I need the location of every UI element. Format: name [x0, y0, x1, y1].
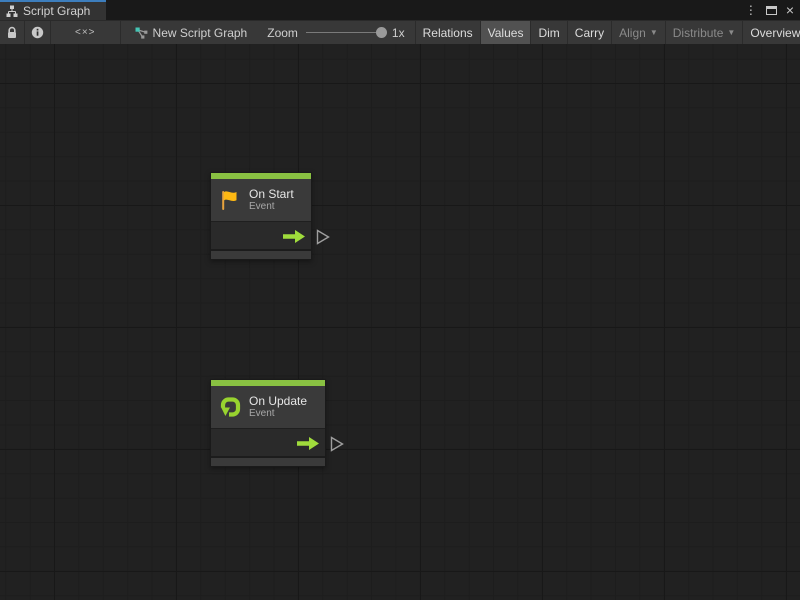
zoom-slider[interactable]	[306, 32, 384, 33]
node-footer	[211, 456, 325, 466]
zoom-value: 1x	[392, 26, 405, 40]
node-port-row	[211, 428, 325, 456]
script-graph-window: Script Graph ⋮ × <×>	[0, 0, 800, 600]
carry-button[interactable]: Carry	[567, 21, 611, 44]
graph-name: New Script Graph	[153, 26, 248, 40]
zoom-label: Zoom	[267, 26, 298, 40]
node-header[interactable]: On Start Event	[211, 179, 311, 221]
breadcrumb[interactable]: New Script Graph	[121, 21, 258, 44]
code-glyph: <×>	[75, 27, 96, 38]
window-menu-button[interactable]: ⋮	[745, 4, 757, 16]
close-button[interactable]: ×	[786, 3, 794, 17]
node-titles: On Update Event	[249, 394, 307, 420]
overview-button[interactable]: Overview	[742, 21, 800, 44]
trigger-output-arrow-icon[interactable]	[297, 437, 319, 450]
trigger-port-triangle-icon[interactable]	[316, 229, 330, 245]
node-titles: On Start Event	[249, 187, 294, 213]
trigger-output-arrow-icon[interactable]	[283, 230, 305, 243]
zoom-control: Zoom 1x	[257, 21, 414, 44]
tab-title: Script Graph	[23, 4, 90, 18]
tab-script-graph[interactable]: Script Graph	[0, 0, 106, 20]
window-controls: ⋮ ×	[745, 0, 800, 20]
node-on-update[interactable]: On Update Event	[210, 379, 326, 467]
dim-button[interactable]: Dim	[530, 21, 566, 44]
trigger-port-triangle-icon[interactable]	[330, 436, 344, 452]
toolbar-toggles: Relations Values Dim Carry Align ▼ Distr…	[415, 21, 800, 44]
distribute-dropdown[interactable]: Distribute ▼	[665, 21, 743, 44]
graph-hierarchy-icon	[6, 5, 18, 17]
maximize-button[interactable]	[766, 6, 777, 15]
zoom-slider-handle[interactable]	[376, 27, 387, 38]
graph-toolbar: <×> New Script Graph Zoom 1x Relations V…	[0, 20, 800, 44]
values-button[interactable]: Values	[480, 21, 531, 44]
code-preview-button[interactable]: <×>	[51, 21, 121, 44]
node-footer	[211, 249, 311, 259]
align-dropdown[interactable]: Align ▼	[611, 21, 665, 44]
graph-canvas[interactable]: On Start Event	[0, 44, 800, 600]
graph-asset-icon	[135, 26, 148, 39]
node-title: On Start	[249, 187, 294, 201]
node-subtitle: Event	[249, 201, 294, 213]
flag-icon	[218, 188, 242, 212]
relations-button[interactable]: Relations	[415, 21, 480, 44]
node-title: On Update	[249, 394, 307, 408]
info-button[interactable]	[25, 21, 51, 44]
chevron-down-icon: ▼	[727, 28, 735, 37]
loop-icon	[218, 395, 242, 419]
node-port-row	[211, 221, 311, 249]
info-icon	[31, 26, 44, 39]
chevron-down-icon: ▼	[650, 28, 658, 37]
node-header[interactable]: On Update Event	[211, 386, 325, 428]
lock-button[interactable]	[0, 21, 25, 44]
tab-bar: Script Graph ⋮ ×	[0, 0, 800, 20]
lock-icon	[6, 26, 18, 40]
node-on-start[interactable]: On Start Event	[210, 172, 312, 260]
node-subtitle: Event	[249, 408, 307, 420]
